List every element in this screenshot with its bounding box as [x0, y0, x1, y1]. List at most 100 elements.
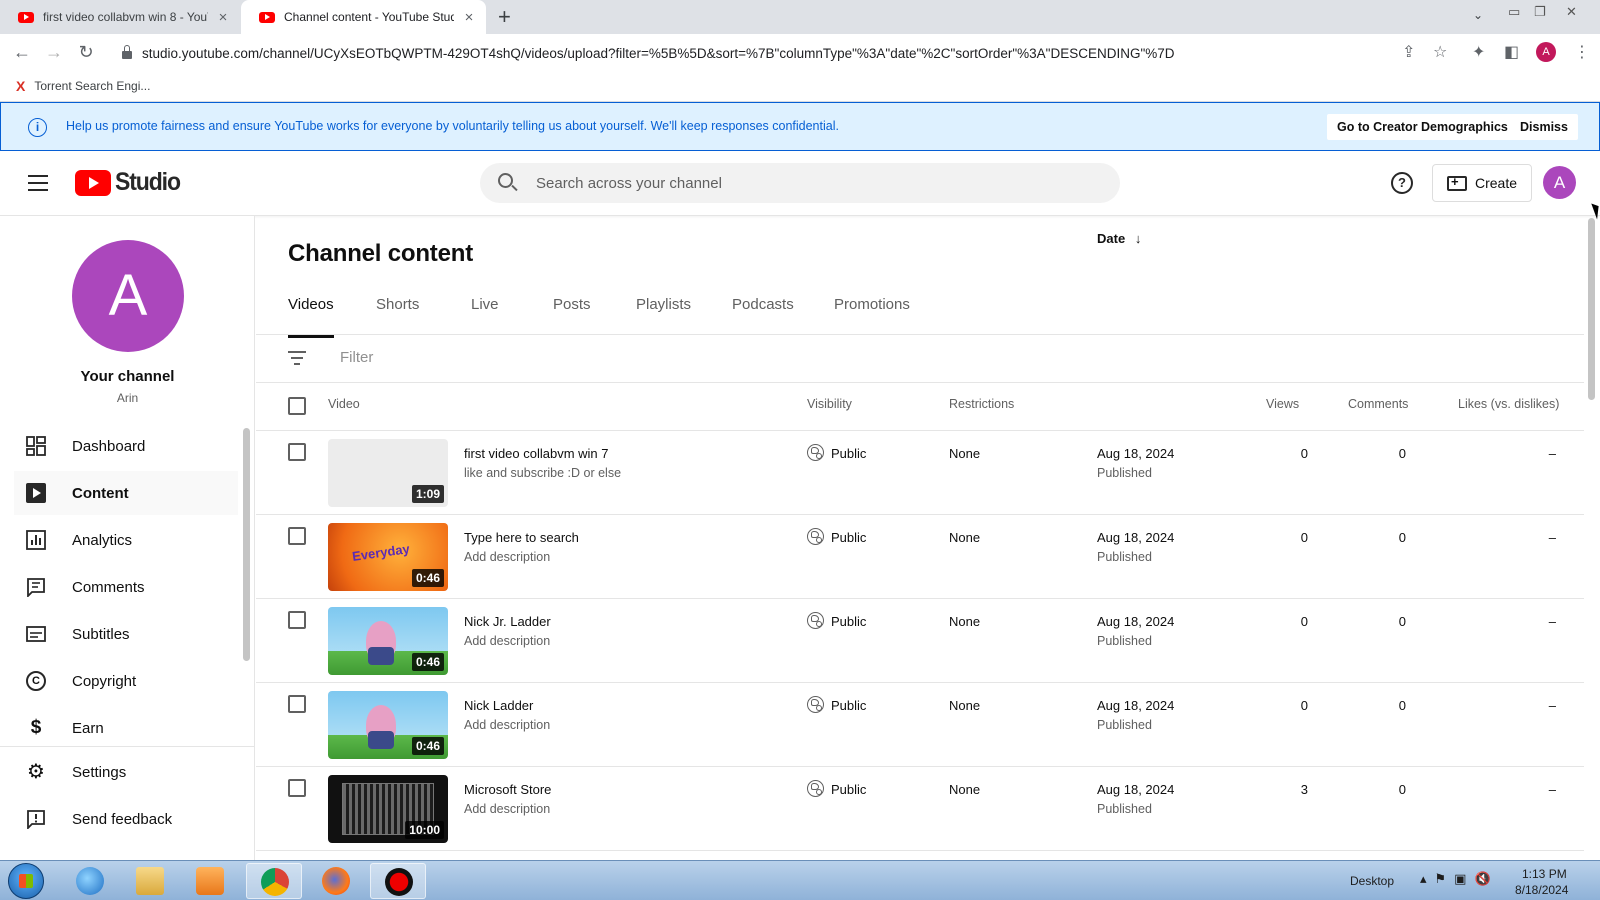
- row-checkbox[interactable]: [288, 527, 306, 545]
- video-title[interactable]: Type here to search: [464, 530, 579, 545]
- start-button[interactable]: [8, 863, 44, 899]
- recorder-taskbar-button[interactable]: [370, 863, 426, 899]
- sidebar-item-dashboard[interactable]: Dashboard: [14, 424, 238, 468]
- url-field[interactable]: studio.youtube.com/channel/UCyXsEOTbQWPT…: [118, 38, 1428, 68]
- visibility-value[interactable]: Public: [831, 446, 866, 461]
- tab-search-chevron-icon[interactable]: ⌄: [1473, 8, 1483, 22]
- filter-icon[interactable]: [288, 349, 306, 365]
- file-explorer-taskbar-button[interactable]: [122, 863, 178, 899]
- channel-avatar[interactable]: A: [72, 240, 184, 352]
- sidebar-item-settings[interactable]: ⚙ Settings: [14, 750, 238, 794]
- desktop-toolbar-label[interactable]: Desktop: [1350, 874, 1394, 888]
- create-label: Create: [1475, 175, 1518, 191]
- media-player-icon: [196, 867, 224, 895]
- bookmark-star-icon[interactable]: ☆: [1433, 42, 1447, 62]
- sidebar-item-subtitles[interactable]: Subtitles: [14, 612, 238, 656]
- tab-promotions[interactable]: Promotions: [834, 296, 910, 338]
- table-row[interactable]: 10:00 Microsoft Store Add description Pu…: [256, 767, 1584, 851]
- window-close-icon[interactable]: ✕: [1566, 4, 1577, 20]
- share-icon[interactable]: ⇪: [1402, 42, 1415, 62]
- row-checkbox[interactable]: [288, 695, 306, 713]
- column-visibility[interactable]: Visibility: [807, 397, 852, 411]
- video-description[interactable]: Add description: [464, 802, 550, 816]
- tab-podcasts[interactable]: Podcasts: [732, 296, 794, 338]
- row-checkbox[interactable]: [288, 779, 306, 797]
- firefox-taskbar-button[interactable]: [308, 863, 364, 899]
- row-checkbox[interactable]: [288, 443, 306, 461]
- video-description[interactable]: Add description: [464, 550, 550, 564]
- tab-playlists[interactable]: Playlists: [636, 296, 691, 338]
- table-row[interactable]: 0:46 Nick Ladder Add description Public …: [256, 683, 1584, 767]
- browser-tab-youtube[interactable]: first video collabvm win 8 - YouTube ×: [0, 0, 240, 34]
- clock-time[interactable]: 1:13 PM: [1522, 867, 1567, 881]
- chrome-taskbar-button[interactable]: [246, 863, 302, 899]
- browser-menu-icon[interactable]: ⋮: [1574, 42, 1590, 62]
- table-row[interactable]: Everyday 0:46 Type here to search Add de…: [256, 515, 1584, 599]
- table-row[interactable]: 1:09 first video collabvm win 7 like and…: [256, 431, 1584, 515]
- video-title[interactable]: Nick Ladder: [464, 698, 533, 713]
- sidebar-item-earn[interactable]: $ Earn: [14, 706, 238, 750]
- table-row[interactable]: 0:46 Nick Jr. Ladder Add description Pub…: [256, 599, 1584, 683]
- column-restrictions[interactable]: Restrictions: [949, 397, 1014, 411]
- tab-videos[interactable]: Videos: [288, 296, 334, 338]
- browser-tab-studio[interactable]: Channel content - YouTube Studio ×: [241, 0, 486, 34]
- new-tab-icon[interactable]: +: [498, 4, 511, 30]
- system-tray[interactable]: ▴⚑▣🔇: [1420, 871, 1499, 887]
- main-scrollbar[interactable]: [1588, 218, 1595, 400]
- forward-icon[interactable]: →: [43, 42, 65, 63]
- browser-profile-avatar[interactable]: A: [1536, 42, 1556, 62]
- video-thumbnail[interactable]: 0:46: [328, 691, 448, 759]
- column-date[interactable]: Date ↓: [1097, 231, 1141, 246]
- minimize-icon[interactable]: ▭: [1508, 4, 1520, 20]
- tab-live[interactable]: Live: [471, 296, 499, 338]
- create-button[interactable]: Create: [1432, 164, 1533, 202]
- video-title[interactable]: first video collabvm win 7: [464, 446, 609, 461]
- sidebar-scrollbar[interactable]: [243, 428, 250, 661]
- sidebar-item-comments[interactable]: Comments: [14, 565, 238, 609]
- bookmark-item[interactable]: X Torrent Search Engi...: [16, 78, 150, 94]
- creator-demographics-button[interactable]: Go to Creator Demographics: [1327, 114, 1518, 140]
- back-icon[interactable]: ←: [11, 42, 33, 63]
- video-thumbnail[interactable]: 0:46: [328, 607, 448, 675]
- close-tab-icon[interactable]: ×: [216, 9, 230, 26]
- sidebar-item-content[interactable]: Content: [14, 471, 238, 515]
- video-thumbnail[interactable]: Everyday 0:46: [328, 523, 448, 591]
- menu-icon[interactable]: [28, 175, 48, 191]
- tab-posts[interactable]: Posts: [553, 296, 591, 338]
- video-description[interactable]: Add description: [464, 634, 550, 648]
- sidebar-item-copyright[interactable]: C Copyright: [14, 659, 238, 703]
- reload-icon[interactable]: ↻: [75, 42, 97, 63]
- clock-date[interactable]: 8/18/2024: [1515, 883, 1568, 897]
- column-comments[interactable]: Comments: [1348, 397, 1408, 411]
- row-checkbox[interactable]: [288, 611, 306, 629]
- column-views[interactable]: Views: [1266, 397, 1299, 411]
- video-thumbnail[interactable]: 1:09: [328, 439, 448, 507]
- dismiss-button[interactable]: Dismiss: [1510, 114, 1578, 140]
- account-avatar[interactable]: A: [1543, 166, 1576, 199]
- media-player-taskbar-button[interactable]: [182, 863, 238, 899]
- studio-logo[interactable]: Studio: [75, 168, 186, 197]
- restore-icon[interactable]: ❐: [1534, 4, 1546, 20]
- column-likes[interactable]: Likes (vs. dislikes): [1458, 397, 1559, 411]
- close-tab-icon[interactable]: ×: [462, 9, 476, 26]
- visibility-value[interactable]: Public: [831, 530, 866, 545]
- internet-explorer-taskbar-button[interactable]: [62, 863, 118, 899]
- video-description[interactable]: Add description: [464, 718, 550, 732]
- video-title[interactable]: Microsoft Store: [464, 782, 551, 797]
- views-value: 0: [1300, 698, 1308, 713]
- tab-shorts[interactable]: Shorts: [376, 296, 419, 338]
- select-all-checkbox[interactable]: [288, 397, 306, 415]
- sidebar-item-analytics[interactable]: Analytics: [14, 518, 238, 562]
- extensions-icon[interactable]: ✦: [1472, 42, 1485, 62]
- filter-input[interactable]: Filter: [340, 349, 373, 366]
- help-icon[interactable]: ?: [1391, 172, 1413, 194]
- comments-value: 0: [1398, 614, 1406, 629]
- sidebar-item-send-feedback[interactable]: Send feedback: [14, 797, 238, 841]
- visibility-value[interactable]: Public: [831, 698, 866, 713]
- video-title[interactable]: Nick Jr. Ladder: [464, 614, 551, 629]
- side-panel-icon[interactable]: ◧: [1504, 42, 1519, 62]
- channel-search-input[interactable]: Search across your channel: [480, 163, 1120, 203]
- visibility-value[interactable]: Public: [831, 614, 866, 629]
- visibility-value[interactable]: Public: [831, 782, 866, 797]
- video-thumbnail[interactable]: 10:00: [328, 775, 448, 843]
